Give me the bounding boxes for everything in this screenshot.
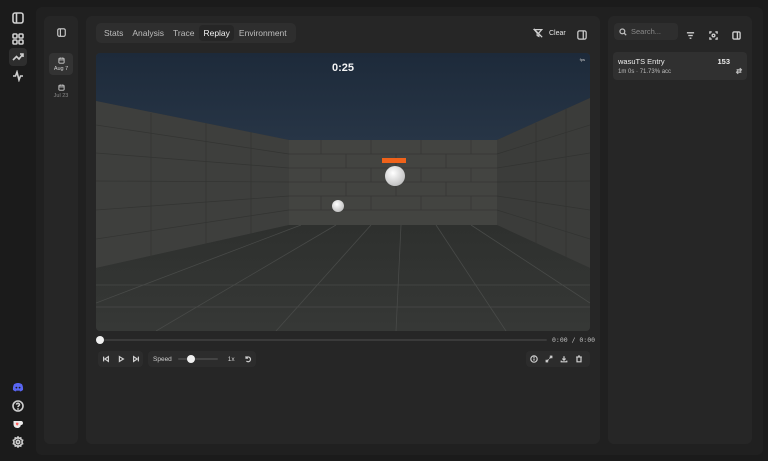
search-input[interactable] [631,27,677,36]
focus-icon[interactable] [709,27,719,40]
speed-slider[interactable] [177,355,218,363]
replay-list-panel: wasuTS Entry 153 1m 0s · 71.73% acc [608,16,752,444]
collapse-panel-icon[interactable] [53,24,69,40]
grid-icon[interactable] [9,30,27,48]
date-item-jul-23[interactable]: Jul 23 [49,80,73,102]
activity-icon[interactable] [9,67,27,85]
speed-slider-handle[interactable] [187,355,196,363]
date-label: Aug 7 [53,65,69,72]
info-icon [529,355,538,363]
reset-speed-button[interactable] [241,351,256,367]
expand-icon [545,355,552,363]
play-button[interactable] [113,351,128,367]
target-sphere-small [332,200,344,212]
tab-replay[interactable]: Replay [199,25,234,41]
trash-icon [575,355,582,363]
speed-value: 1x [227,355,235,363]
speed-label: Speed [153,355,172,363]
date-label: Jul 23 [53,92,69,99]
skip-forward-icon [132,355,139,363]
viewport-actions [526,351,590,367]
discord-icon[interactable] [9,378,27,396]
playback-controls [98,351,143,367]
entry-score: 153 [717,57,730,66]
tab-environment[interactable]: Environment [235,25,291,41]
rotate-ccw-icon [245,356,252,363]
swap-icon[interactable] [735,62,743,75]
app-window: Aug 7 Jul 23 Stats Analysis Trace Replay… [0,0,768,461]
clear-label: Clear [549,29,566,37]
fps-counter: fps [579,57,585,62]
sidebar-toggle-icon[interactable] [9,9,27,27]
download-button[interactable] [556,351,571,367]
entry-duration: 1m 0s [618,69,635,75]
trending-up-icon[interactable] [9,48,27,66]
tab-bar: Stats Analysis Trace Replay Environment [96,23,296,43]
entry-name: wasuTS Entry [618,57,665,66]
timeline-handle[interactable] [96,336,104,344]
settings-icon[interactable] [9,433,27,451]
help-icon[interactable] [9,397,27,415]
entry-meta: 1m 0s · 71.73% acc [618,69,672,75]
tab-stats[interactable]: Stats [100,25,127,41]
filter-off-icon [533,28,543,38]
speed-control: Speed 1x [148,351,256,367]
search-icon [619,27,627,36]
delete-button[interactable] [571,351,586,367]
date-item-aug-7[interactable]: Aug 7 [49,53,73,75]
round-timer: 0:25 [331,62,355,74]
clear-button[interactable]: Clear [533,26,566,40]
time-display: 0:00 / 0:00 [552,336,596,344]
fullscreen-button[interactable] [541,351,556,367]
ko-fi-icon[interactable] [9,415,27,433]
skip-back-icon [102,355,109,363]
calendar-icon [57,84,65,91]
tab-trace[interactable]: Trace [169,25,198,41]
replay-scene [96,53,590,331]
panel-layout-icon[interactable] [732,27,742,40]
filter-icon[interactable] [686,27,696,39]
replay-entry[interactable]: wasuTS Entry 153 1m 0s · 71.73% acc [613,52,747,80]
download-icon [560,356,567,363]
play-icon [118,355,125,363]
session-date-column: Aug 7 Jul 23 [44,16,78,444]
info-button[interactable] [526,351,541,367]
skip-forward-button[interactable] [128,351,143,367]
icon-rail [0,0,36,461]
target-health-bar [382,158,406,163]
toggle-right-panel-icon[interactable] [577,27,589,40]
entry-accuracy: 71.73% acc [639,69,672,75]
tab-analysis[interactable]: Analysis [128,25,168,41]
calendar-icon [57,57,65,64]
skip-back-button[interactable] [98,351,113,367]
target-sphere-large [385,166,405,186]
timeline-track[interactable] [100,339,547,341]
main-panel: Stats Analysis Trace Replay Environment … [86,16,600,444]
search-box [614,23,678,40]
replay-viewport[interactable]: 0:25 fps [96,53,590,331]
